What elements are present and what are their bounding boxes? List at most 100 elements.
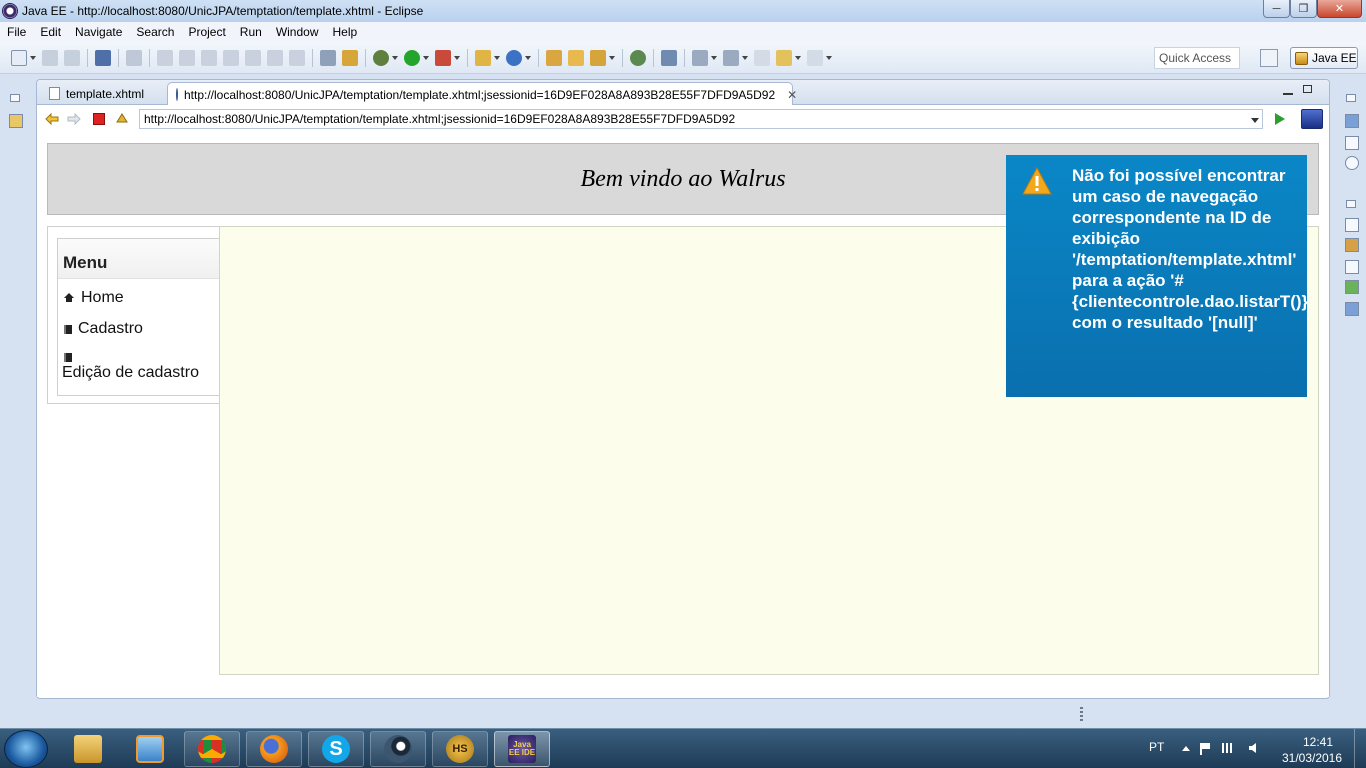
outline-icon[interactable]	[1345, 114, 1359, 128]
taskbar-hs[interactable]: HS	[432, 731, 488, 767]
taskbar-skype[interactable]: S	[308, 731, 364, 767]
tab-browser[interactable]: http://localhost:8080/UnicJPA/temptation…	[167, 82, 797, 106]
clock-date[interactable]: 31/03/2016	[1280, 751, 1344, 765]
next-annotation-icon[interactable]	[692, 49, 708, 66]
save-all-icon[interactable]	[64, 49, 80, 66]
mark-occurrences-icon[interactable]	[342, 49, 358, 66]
forward-icon[interactable]	[807, 49, 823, 66]
prev-annotation-icon[interactable]	[723, 49, 739, 66]
language-indicator[interactable]: PT	[1149, 740, 1164, 754]
data-source-icon[interactable]	[1345, 280, 1359, 294]
web-browser-icon[interactable]	[630, 49, 646, 66]
resume-icon[interactable]	[157, 49, 173, 66]
step-into-icon[interactable]	[245, 49, 261, 66]
open-external-browser-icon[interactable]	[1301, 109, 1323, 129]
search-tool-icon[interactable]	[590, 49, 606, 66]
menu-project[interactable]: Project	[181, 22, 232, 42]
maximize-editor-icon[interactable]	[1303, 85, 1312, 93]
skip-breakpoints-icon[interactable]	[126, 49, 142, 66]
tab-close-icon[interactable]: ✕	[787, 88, 797, 102]
taskbar-eclipse[interactable]: Java EE IDE	[494, 731, 550, 767]
menu-run[interactable]: Run	[233, 22, 269, 42]
properties-icon[interactable]	[1345, 238, 1359, 252]
suspend-icon[interactable]	[179, 49, 195, 66]
task-list-icon[interactable]	[1345, 136, 1359, 150]
menu-item-cadastro[interactable]: Cadastro	[64, 320, 143, 338]
new-java-class-icon[interactable]	[506, 49, 522, 66]
new-icon[interactable]	[11, 49, 27, 66]
stop-icon[interactable]	[93, 113, 105, 125]
taskbar-chrome[interactable]	[184, 731, 240, 767]
menu-file[interactable]: File	[0, 22, 33, 42]
menu-edit[interactable]: Edit	[33, 22, 68, 42]
url-input[interactable]	[139, 109, 1263, 129]
markers-icon[interactable]	[1345, 218, 1359, 232]
refresh-icon[interactable]	[115, 113, 129, 125]
growl-message: Não foi possível encontrar um caso de na…	[1072, 166, 1307, 332]
taskbar-steam[interactable]	[370, 731, 426, 767]
debug-icon[interactable]	[373, 49, 389, 66]
console-view-icon[interactable]	[1345, 302, 1359, 316]
servers-icon[interactable]	[1345, 260, 1359, 274]
taskbar-explorer[interactable]	[60, 731, 116, 767]
restore-right-icon[interactable]	[1346, 94, 1356, 102]
restore-bottom-icon[interactable]	[1346, 200, 1356, 208]
annotation-icon[interactable]	[661, 49, 677, 66]
url-history-dropdown-icon[interactable]	[1251, 118, 1259, 123]
menu-item-home[interactable]: Home	[64, 289, 124, 307]
console-icon[interactable]	[95, 49, 111, 66]
minimize-button[interactable]: ─	[1263, 0, 1290, 18]
menu-search[interactable]: Search	[129, 22, 181, 42]
media-player-icon	[136, 735, 164, 763]
network-icon[interactable]	[1222, 743, 1236, 753]
taskbar-firefox[interactable]	[246, 731, 302, 767]
menu-help[interactable]: Help	[326, 22, 365, 42]
taskbar-media-player[interactable]	[122, 731, 178, 767]
action-center-icon[interactable]	[1200, 743, 1210, 755]
tab-template-xhtml[interactable]: template.xhtml	[41, 82, 165, 105]
show-hidden-icons-icon[interactable]	[1180, 743, 1192, 753]
open-perspective-icon[interactable]	[1260, 49, 1278, 67]
toggle-block-icon[interactable]	[320, 49, 336, 66]
go-icon[interactable]	[1275, 113, 1285, 125]
right-trim-stack	[1334, 78, 1366, 328]
menu-item-edicao[interactable]: Edição de cadastro	[62, 353, 232, 382]
step-over-icon[interactable]	[267, 49, 283, 66]
forward-arrow-icon[interactable]	[67, 113, 81, 125]
perspective-javaee-button[interactable]: Java EE	[1290, 47, 1358, 69]
run-icon[interactable]	[404, 49, 420, 66]
clock-time[interactable]: 12:41	[1294, 735, 1342, 749]
minimize-editor-icon[interactable]	[1283, 85, 1293, 95]
open-type-icon[interactable]	[546, 49, 562, 66]
new-server-icon[interactable]	[475, 49, 491, 66]
open-folder-icon[interactable]	[568, 49, 584, 66]
growl-notification[interactable]: Não foi possível encontrar um caso de na…	[1006, 155, 1307, 397]
external-tools-icon[interactable]	[435, 49, 451, 66]
menu-box: Menu Home Cadastro Edição de cadastro	[57, 238, 222, 396]
save-icon[interactable]	[42, 49, 58, 66]
quick-access-input[interactable]: Quick Access	[1154, 47, 1240, 69]
system-tray: PT 12:41 31/03/2016	[1140, 729, 1366, 768]
menu-navigate[interactable]: Navigate	[68, 22, 129, 42]
maximize-button[interactable]: ❐	[1290, 0, 1317, 18]
start-button[interactable]	[4, 730, 48, 768]
terminate-icon[interactable]	[201, 49, 217, 66]
step-return-icon[interactable]	[289, 49, 305, 66]
steam-icon	[384, 735, 412, 763]
menu-title: Menu	[58, 239, 222, 279]
restore-icon[interactable]	[10, 94, 20, 102]
back-icon[interactable]	[776, 49, 792, 66]
close-button[interactable]: ✕	[1317, 0, 1362, 18]
last-edit-icon[interactable]	[754, 49, 770, 66]
show-desktop-button[interactable]	[1354, 729, 1366, 768]
javadoc-icon[interactable]	[1345, 156, 1359, 170]
status-grip[interactable]	[1080, 707, 1083, 723]
back-arrow-icon[interactable]	[45, 113, 59, 125]
menu-window[interactable]: Window	[269, 22, 326, 42]
volume-icon[interactable]	[1248, 743, 1262, 753]
disconnect-icon[interactable]	[223, 49, 239, 66]
file-icon	[49, 87, 60, 100]
left-trim-stack	[0, 78, 30, 150]
project-explorer-icon[interactable]	[9, 114, 23, 128]
home-icon	[64, 293, 75, 303]
